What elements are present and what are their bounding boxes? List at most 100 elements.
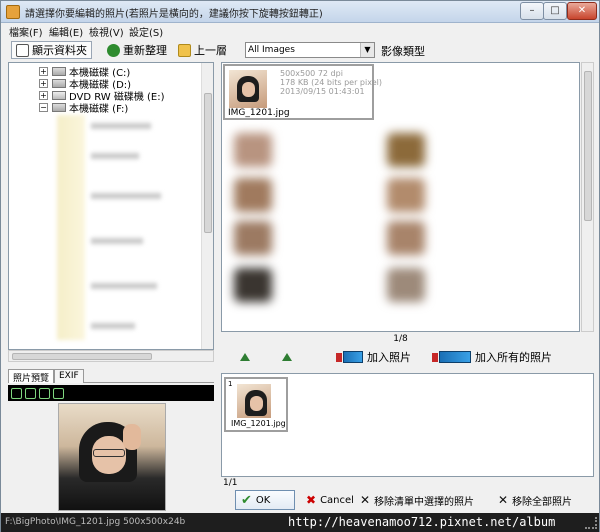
tree-item-label: 本機磁碟 (F:) <box>69 103 129 115</box>
folder-tree-icon <box>16 43 29 57</box>
image-type-value: All Images <box>248 45 295 55</box>
refresh-label: 重新整理 <box>123 44 167 57</box>
blurred-thumbnail[interactable] <box>234 178 272 212</box>
thumbnail-dimensions: 500x500 72 dpi <box>280 69 343 78</box>
collapse-icon[interactable]: − <box>39 102 48 112</box>
dvd-drive-icon <box>52 90 66 100</box>
photo-preview-image <box>58 403 166 511</box>
ok-label: OK <box>255 494 271 506</box>
chevron-down-icon: ▼ <box>360 43 374 57</box>
menu-settings[interactable]: 設定(S) <box>129 24 163 39</box>
add-photo-label: 加入照片 <box>367 351 411 364</box>
blurred-folder-name <box>91 238 143 244</box>
menu-view[interactable]: 檢視(V) <box>89 24 124 39</box>
thumbnail-filename: IMG_1201.jpg <box>228 108 290 118</box>
close-button[interactable]: ✕ <box>567 2 597 20</box>
blurred-thumbnail[interactable] <box>387 268 425 302</box>
selected-count: 1/1 <box>223 478 238 488</box>
menu-bar: 檔案(F) 編輯(E) 檢視(V) 設定(S) <box>1 23 599 39</box>
app-icon <box>6 5 20 19</box>
status-path: F:\BigPhoto\IMG_1201.jpg 500x500x24b <box>5 517 186 527</box>
remove-icon: ✕ <box>360 493 371 507</box>
show-folders-label: 顯示資料夾 <box>32 44 87 57</box>
remove-selected-label: 移除清單中選擇的照片 <box>374 496 475 508</box>
resize-grip[interactable] <box>585 517 597 529</box>
status-bar: F:\BigPhoto\IMG_1201.jpg 500x500x24b htt… <box>1 513 599 532</box>
blurred-thumbnail[interactable] <box>234 221 272 255</box>
thumbnail-size: 178 KB (24 bits per pixel) <box>280 78 382 87</box>
zoom-out-icon[interactable] <box>25 387 36 399</box>
selected-photo-item[interactable]: 1 IMG_1201.jpg <box>224 377 288 432</box>
thumbnail-image <box>237 384 271 418</box>
remove-all-label: 移除全部照片 <box>512 496 573 508</box>
blurred-folder-icons <box>57 115 85 340</box>
cancel-icon: ✖ <box>306 493 317 507</box>
tree-item-drive-f[interactable]: − 本機磁碟 (F:) <box>39 101 129 115</box>
blurred-folder-name <box>91 123 151 129</box>
add-all-photos-label: 加入所有的照片 <box>475 351 552 364</box>
thumbnail-date: 2013/09/15 01:43:01 <box>280 87 365 96</box>
tree-horizontal-scrollbar[interactable] <box>8 350 214 362</box>
actual-size-icon[interactable] <box>53 387 64 399</box>
thumbnail-image <box>229 70 267 108</box>
add-all-photos-button[interactable]: 加入所有的照片 <box>432 349 552 365</box>
selected-photo-filename: IMG_1201.jpg <box>231 419 286 428</box>
rotate-right-icon[interactable] <box>281 352 293 362</box>
photo-picker-window: 請選擇你要編輯的照片(若照片是橫向的，建議你按下旋轉按鈕轉正) – □ ✕ 檔案… <box>0 0 600 532</box>
up-one-level-button[interactable]: 上一層 <box>178 41 227 59</box>
scrollbar-thumb[interactable] <box>204 93 212 233</box>
maximize-button[interactable]: □ <box>543 2 567 20</box>
scrollbar-thumb[interactable] <box>584 71 592 221</box>
minimize-button[interactable]: – <box>520 2 544 20</box>
check-icon: ✔ <box>241 492 252 508</box>
hard-drive-icon <box>52 78 66 88</box>
blurred-folder-name <box>91 153 139 159</box>
window-title: 請選擇你要編輯的照片(若照片是橫向的，建議你按下旋轉按鈕轉正) <box>25 9 323 20</box>
cancel-label: Cancel <box>320 494 354 506</box>
fit-window-icon[interactable] <box>39 387 50 399</box>
thumbnail-selected[interactable]: 500x500 72 dpi 178 KB (24 bits per pixel… <box>223 64 382 120</box>
blurred-thumbnail[interactable] <box>234 133 272 167</box>
zoom-in-icon[interactable] <box>11 387 22 399</box>
hard-drive-icon <box>52 66 66 76</box>
tree-vertical-scrollbar[interactable] <box>201 63 213 349</box>
dialog-buttons: ✔ OK ✖ Cancel ✕ 移除清單中選擇的照片 ✕ 移除全部照片 <box>221 489 594 511</box>
tab-photo-preview[interactable]: 照片預覽 <box>8 369 55 384</box>
blurred-folder-name <box>91 323 135 329</box>
remove-selected-button[interactable]: ✕ 移除清單中選擇的照片 <box>355 490 479 510</box>
ok-button[interactable]: ✔ OK <box>235 490 295 510</box>
blurred-folder-name <box>91 193 161 199</box>
refresh-button[interactable]: 重新整理 <box>107 41 167 59</box>
show-folders-button[interactable]: 顯示資料夾 <box>11 41 92 59</box>
add-all-photos-icon <box>432 351 471 363</box>
menu-file[interactable]: 檔案(F) <box>9 24 43 39</box>
scrollbar-thumb[interactable] <box>12 353 152 360</box>
blurred-folder-name <box>91 283 157 289</box>
remove-all-button[interactable]: ✕ 移除全部照片 <box>493 490 577 510</box>
add-photo-button[interactable]: 加入照片 <box>336 349 411 365</box>
preview-tabs: 照片預覽 EXIF <box>8 367 214 384</box>
blurred-thumbnail[interactable] <box>387 178 425 212</box>
image-type-select[interactable]: All Images ▼ <box>245 42 375 58</box>
grid-vertical-scrollbar[interactable] <box>581 62 594 332</box>
image-type-label: 影像類型 <box>381 45 425 58</box>
cancel-button[interactable]: ✖ Cancel <box>301 490 359 510</box>
thumbnail-grid[interactable]: 500x500 72 dpi 178 KB (24 bits per pixel… <box>221 62 580 332</box>
menu-edit[interactable]: 編輯(E) <box>49 24 83 39</box>
blurred-thumbnail[interactable] <box>234 268 272 302</box>
blurred-thumbnail[interactable] <box>387 133 425 167</box>
expand-icon[interactable]: + <box>39 78 48 88</box>
preview-toolbar <box>8 385 214 401</box>
add-toolbar: 加入照片 加入所有的照片 <box>221 347 594 367</box>
expand-icon[interactable]: + <box>39 66 48 76</box>
tab-exif[interactable]: EXIF <box>54 369 84 383</box>
rotate-left-icon[interactable] <box>239 352 251 362</box>
blurred-thumbnail[interactable] <box>387 221 425 255</box>
refresh-icon <box>107 43 120 57</box>
up-one-level-label: 上一層 <box>194 44 227 57</box>
folder-tree[interactable]: + 本機磁碟 (C:) + 本機磁碟 (D:) + DVD RW 磁碟機 (E:… <box>8 62 214 350</box>
expand-icon[interactable]: + <box>39 90 48 100</box>
selected-photos-list[interactable]: 1 IMG_1201.jpg <box>221 373 594 477</box>
title-bar: 請選擇你要編輯的照片(若照片是橫向的，建議你按下旋轉按鈕轉正) – □ ✕ <box>1 1 599 23</box>
page-indicator: 1/8 <box>393 334 408 344</box>
